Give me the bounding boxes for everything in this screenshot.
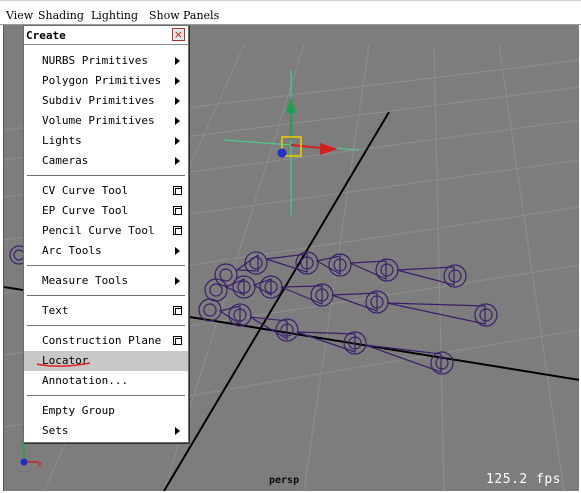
triangle-right-icon xyxy=(175,57,180,65)
menu-item-arc-tools[interactable]: Arc Tools xyxy=(24,241,188,261)
menu-item-label: Volume Primitives xyxy=(42,114,155,127)
triangle-right-icon xyxy=(175,157,180,165)
create-menu-titlebar[interactable]: Create × xyxy=(24,26,188,45)
fps-counter: 125.2 fps xyxy=(486,472,561,487)
menu-item-label: EP Curve Tool xyxy=(42,204,129,217)
menu-item-label: Construction Plane xyxy=(42,334,162,347)
menu-item-label: CV Curve Tool xyxy=(42,184,129,197)
menu-separator xyxy=(24,261,188,271)
menu-item-cameras[interactable]: Cameras xyxy=(24,151,188,171)
option-box-icon[interactable] xyxy=(173,186,182,195)
menu-lighting[interactable]: Lighting xyxy=(91,9,138,23)
menu-separator xyxy=(24,171,188,181)
menu-item-empty-group[interactable]: Empty Group xyxy=(24,401,188,421)
menu-item-ep-curve-tool[interactable]: EP Curve Tool xyxy=(24,201,188,221)
menu-view[interactable]: View xyxy=(6,9,33,23)
menu-panels[interactable]: Panels xyxy=(183,9,219,23)
menu-item-label: Pencil Curve Tool xyxy=(42,224,155,237)
menu-item-text[interactable]: Text xyxy=(24,301,188,321)
menu-item-cv-curve-tool[interactable]: CV Curve Tool xyxy=(24,181,188,201)
menu-item-nurbs-primitives[interactable]: NURBS Primitives xyxy=(24,51,188,71)
camera-label: persp xyxy=(269,475,300,486)
option-box-icon[interactable] xyxy=(173,206,182,215)
menu-item-measure-tools[interactable]: Measure Tools xyxy=(24,271,188,291)
create-menu-title: Create xyxy=(26,29,66,42)
menu-separator xyxy=(24,321,188,331)
close-icon[interactable]: × xyxy=(172,28,185,41)
menu-item-label: NURBS Primitives xyxy=(42,54,148,67)
menu-item-construction-plane[interactable]: Construction Plane xyxy=(24,331,188,351)
triangle-right-icon xyxy=(175,247,180,255)
triangle-right-icon xyxy=(175,77,180,85)
create-menu-list: NURBS Primitives Polygon Primitives Subdiv… xyxy=(24,51,188,441)
menu-item-label: Subdiv Primitives xyxy=(42,94,155,107)
menu-item-label: Sets xyxy=(42,424,69,437)
red-underline-annotation xyxy=(36,362,91,367)
menu-item-label: Measure Tools xyxy=(42,274,129,287)
menu-item-label: Empty Group xyxy=(42,404,115,417)
menu-item-subdiv-primitives[interactable]: Subdiv Primitives xyxy=(24,91,188,111)
menu-item-volume-primitives[interactable]: Volume Primitives xyxy=(24,111,188,131)
menu-item-polygon-primitives[interactable]: Polygon Primitives xyxy=(24,71,188,91)
option-box-icon[interactable] xyxy=(173,226,182,235)
menu-separator xyxy=(24,391,188,401)
menu-item-pencil-curve-tool[interactable]: Pencil Curve Tool xyxy=(24,221,188,241)
menu-item-label: Text xyxy=(42,304,69,317)
option-box-icon[interactable] xyxy=(173,306,182,315)
triangle-right-icon xyxy=(175,427,180,435)
menu-item-label: Polygon Primitives xyxy=(42,74,162,87)
menu-item-label: Arc Tools xyxy=(42,244,102,257)
menu-item-label: Cameras xyxy=(42,154,89,167)
menu-shading[interactable]: Shading xyxy=(38,9,84,23)
triangle-right-icon xyxy=(175,137,180,145)
menu-separator xyxy=(24,291,188,301)
menu-item-sets[interactable]: Sets xyxy=(24,421,188,441)
triangle-right-icon xyxy=(175,117,180,125)
menu-item-label: Annotation... xyxy=(42,374,129,387)
menu-item-annotation[interactable]: Annotation... xyxy=(24,371,188,391)
triangle-right-icon xyxy=(175,97,180,105)
menu-item-lights[interactable]: Lights xyxy=(24,131,188,151)
menu-show[interactable]: Show xyxy=(149,9,180,23)
option-box-icon[interactable] xyxy=(173,336,182,345)
gizmo-x-label: x xyxy=(37,460,43,470)
panel-menubar: View Shading Lighting Show Panels xyxy=(0,0,581,25)
menu-item-label: Lights xyxy=(42,134,82,147)
triangle-right-icon xyxy=(175,277,180,285)
create-menu-panel: Create × NURBS Primitives Polygon Primiti… xyxy=(23,25,189,443)
